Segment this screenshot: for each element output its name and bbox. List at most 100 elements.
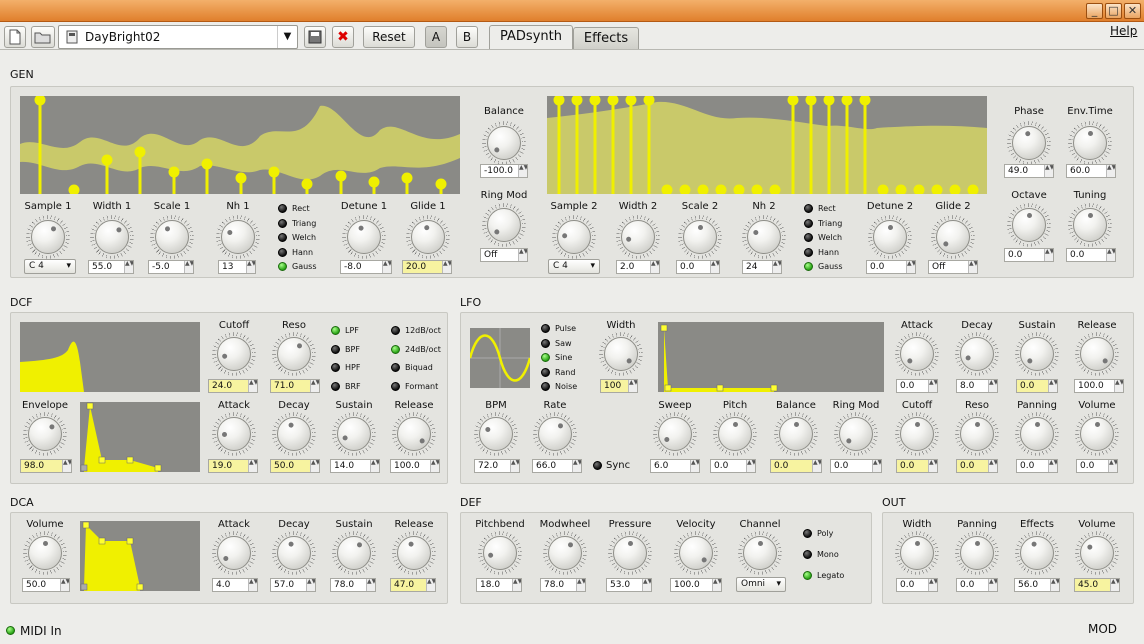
def-modes-0-led[interactable] <box>803 529 812 538</box>
gen-osc2-detune-knob[interactable] <box>873 220 907 254</box>
dca-decay-knob[interactable] <box>277 536 311 570</box>
lfo-reso-value[interactable]: 0.0 ▲▼ <box>956 459 998 473</box>
spinner-arrows-icon[interactable]: ▲▼ <box>62 460 71 472</box>
spinner-arrows-icon[interactable]: ▲▼ <box>872 460 881 472</box>
dcf-decay-knob[interactable] <box>277 417 311 451</box>
gen-osc2-glide-value[interactable]: Off ▲▼ <box>928 260 978 274</box>
lfo-panning-value[interactable]: 0.0 ▲▼ <box>1016 459 1058 473</box>
spinner-arrows-icon[interactable]: ▲▼ <box>518 165 527 177</box>
def-modwheel-value[interactable]: 78.0 ▲▼ <box>540 578 586 592</box>
chevron-down-icon[interactable]: ▼ <box>277 26 297 48</box>
lfo-waves-3-led[interactable] <box>541 367 550 377</box>
dcf-slopes-1-led[interactable] <box>391 344 400 354</box>
gen-osc2-scale-value[interactable]: 0.0 ▲▼ <box>676 260 720 274</box>
lfo-waves-1-led[interactable] <box>541 338 550 348</box>
gen-osc2-nh-knob[interactable] <box>747 220 781 254</box>
spinner-arrows-icon[interactable]: ▲▼ <box>576 579 585 591</box>
def-pitchbend-knob[interactable] <box>483 536 517 570</box>
reset-button[interactable]: Reset <box>363 26 415 48</box>
spinner-arrows-icon[interactable]: ▲▼ <box>248 579 257 591</box>
tab-effects[interactable]: Effects <box>573 27 639 49</box>
spinner-arrows-icon[interactable]: ▲▼ <box>772 261 781 273</box>
lfo-release-knob[interactable] <box>1080 337 1114 371</box>
dcf-envelope-graph[interactable] <box>80 402 200 472</box>
lfo-sweep-knob[interactable] <box>658 417 692 451</box>
spinner-arrows-icon[interactable]: ▲▼ <box>370 460 379 472</box>
gen-osc2-shapes-1-led[interactable] <box>804 218 813 228</box>
harmonics-graph-2[interactable] <box>547 96 987 194</box>
dca-volume-knob[interactable] <box>28 536 62 570</box>
lfo-pitch-knob[interactable] <box>718 417 752 451</box>
spinner-arrows-icon[interactable]: ▲▼ <box>60 579 69 591</box>
lfo-width-value[interactable]: 100 ▲▼ <box>600 379 638 393</box>
out-volume-value[interactable]: 45.0 ▲▼ <box>1074 578 1120 592</box>
gen-ringmod-value[interactable]: Off ▲▼ <box>480 248 528 262</box>
spinner-arrows-icon[interactable]: ▲▼ <box>988 380 997 392</box>
gen-phase-value[interactable]: 49.0 ▲▼ <box>1004 164 1054 178</box>
spinner-arrows-icon[interactable]: ▲▼ <box>124 261 133 273</box>
out-panning-value[interactable]: 0.0 ▲▼ <box>956 578 998 592</box>
out-panning-knob[interactable] <box>960 536 994 570</box>
gen-osc2-scale-knob[interactable] <box>683 220 717 254</box>
maximize-button[interactable]: □ <box>1105 3 1122 19</box>
spinner-arrows-icon[interactable]: ▲▼ <box>1050 579 1059 591</box>
spinner-arrows-icon[interactable]: ▲▼ <box>1106 165 1115 177</box>
tab-padsynth[interactable]: PADsynth <box>489 25 573 50</box>
gen-osc1-glide-value[interactable]: 20.0 ▲▼ <box>402 260 452 274</box>
help-menu[interactable]: Help <box>1110 24 1137 38</box>
dcf-release-value[interactable]: 100.0 ▲▼ <box>390 459 440 473</box>
def-pitchbend-value[interactable]: 18.0 ▲▼ <box>476 578 522 592</box>
gen-octave-knob[interactable] <box>1012 208 1046 242</box>
a-button[interactable]: A <box>425 26 447 48</box>
gen-ringmod-knob[interactable] <box>487 208 521 242</box>
gen-osc2-glide-knob[interactable] <box>936 220 970 254</box>
lfo-balance-knob[interactable] <box>779 417 813 451</box>
dcf-envelope-knob[interactable] <box>28 417 62 451</box>
spinner-arrows-icon[interactable]: ▲▼ <box>928 380 937 392</box>
gen-osc2-shapes-4-led[interactable] <box>804 262 813 271</box>
def-velocity-value[interactable]: 100.0 ▲▼ <box>670 578 722 592</box>
lfo-envelope-graph[interactable] <box>658 322 884 392</box>
gen-phase-knob[interactable] <box>1012 126 1046 160</box>
b-button[interactable]: B <box>456 26 478 48</box>
spinner-arrows-icon[interactable]: ▲▼ <box>968 261 977 273</box>
def-channel-knob[interactable] <box>743 536 777 570</box>
spinner-arrows-icon[interactable]: ▲▼ <box>512 579 521 591</box>
def-pressure-value[interactable]: 53.0 ▲▼ <box>606 578 652 592</box>
lfo-ringmod-value[interactable]: 0.0 ▲▼ <box>830 459 882 473</box>
dcf-sustain-knob[interactable] <box>337 417 371 451</box>
dca-sustain-value[interactable]: 78.0 ▲▼ <box>330 578 376 592</box>
def-modes-1-led[interactable] <box>803 550 812 559</box>
sample-1-select[interactable]: C 4 <box>24 259 76 274</box>
gen-osc1-shapes-3-led[interactable] <box>278 247 287 257</box>
lfo-volume-knob[interactable] <box>1080 417 1114 451</box>
lfo-balance-value[interactable]: 0.0 ▲▼ <box>770 459 822 473</box>
dca-volume-value[interactable]: 50.0 ▲▼ <box>22 578 70 592</box>
lfo-rate-value[interactable]: 66.0 ▲▼ <box>532 459 582 473</box>
spinner-arrows-icon[interactable]: ▲▼ <box>642 579 651 591</box>
lfo-release-value[interactable]: 100.0 ▲▼ <box>1074 379 1124 393</box>
spinner-arrows-icon[interactable]: ▲▼ <box>712 579 721 591</box>
gen-osc2-shapes-3-led[interactable] <box>804 247 813 257</box>
gen-balance-value[interactable]: -100.0 ▲▼ <box>480 164 528 178</box>
dcf-slopes-3-led[interactable] <box>391 381 400 391</box>
dca-decay-value[interactable]: 57.0 ▲▼ <box>270 578 316 592</box>
gen-osc1-detune-knob[interactable] <box>347 220 381 254</box>
spinner-arrows-icon[interactable]: ▲▼ <box>518 249 527 261</box>
gen-osc1-shapes-0-led[interactable] <box>278 204 287 213</box>
dcf-slopes-0-led[interactable] <box>391 326 400 335</box>
save-button[interactable] <box>304 26 326 48</box>
lfo-decay-value[interactable]: 8.0 ▲▼ <box>956 379 998 393</box>
minimize-button[interactable]: _ <box>1086 3 1103 19</box>
spinner-arrows-icon[interactable]: ▲▼ <box>1044 249 1053 261</box>
gen-tuning-knob[interactable] <box>1073 208 1107 242</box>
dca-attack-knob[interactable] <box>217 536 251 570</box>
spinner-arrows-icon[interactable]: ▲▼ <box>306 579 315 591</box>
spinner-arrows-icon[interactable]: ▲▼ <box>928 460 937 472</box>
spinner-arrows-icon[interactable]: ▲▼ <box>812 460 821 472</box>
open-button[interactable] <box>31 26 55 48</box>
lfo-attack-value[interactable]: 0.0 ▲▼ <box>896 379 938 393</box>
spinner-arrows-icon[interactable]: ▲▼ <box>906 261 915 273</box>
dcf-decay-value[interactable]: 50.0 ▲▼ <box>270 459 320 473</box>
spinner-arrows-icon[interactable]: ▲▼ <box>1110 579 1119 591</box>
